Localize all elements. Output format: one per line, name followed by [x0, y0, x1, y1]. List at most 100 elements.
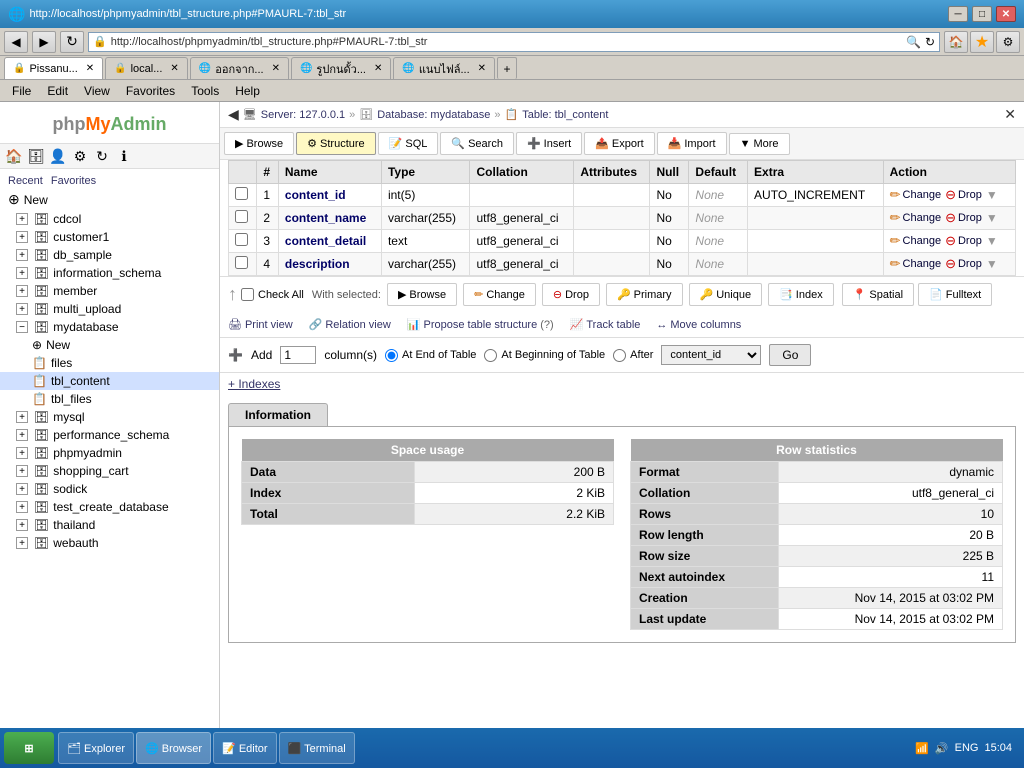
tab-local[interactable]: 🔒 local... ✕ [105, 57, 188, 79]
menu-edit[interactable]: Edit [39, 82, 76, 100]
column-count-input[interactable] [280, 346, 316, 364]
tab-close-3[interactable]: ✕ [374, 63, 382, 74]
relation-view-button[interactable]: 🔗 Relation view [309, 318, 391, 331]
home-button[interactable]: 🏠 [944, 31, 968, 53]
fulltext-button[interactable]: 📄 Fulltext [918, 283, 992, 306]
expand-test_create_database[interactable]: + [16, 501, 28, 513]
back-button[interactable]: ◀ [4, 31, 28, 53]
expand-thailand[interactable]: + [16, 519, 28, 531]
taskbar-item-browser[interactable]: 🌐 Browser [136, 732, 211, 764]
nav-back-icon[interactable]: ◀ [228, 106, 239, 123]
track-table-button[interactable]: 📈 Track table [570, 318, 641, 331]
at-beginning-radio[interactable] [484, 349, 497, 362]
menu-tools[interactable]: Tools [183, 82, 227, 100]
expand-webauth[interactable]: + [16, 537, 28, 549]
taskbar-item-explorer[interactable]: 🗂 Explorer [58, 732, 134, 764]
sidebar-item-multi_upload[interactable]: + 🗄 multi_upload [0, 300, 219, 318]
close-button[interactable]: ✕ [996, 6, 1016, 22]
search-icon[interactable]: 🔍 [906, 35, 921, 49]
expand-phpmyadmin[interactable]: + [16, 447, 28, 459]
expand-customer1[interactable]: + [16, 231, 28, 243]
sidebar-item-tbl_content[interactable]: 📋 tbl_content [0, 372, 219, 390]
tab-close-4[interactable]: ✕ [478, 63, 486, 74]
propose-table-structure-button[interactable]: 📊 Propose table structure (?) [407, 318, 554, 331]
more-arrow-2[interactable]: ▼ [986, 234, 998, 248]
new-tab-button[interactable]: + [497, 57, 517, 79]
sidebar-db-icon[interactable]: 🗄 [26, 146, 46, 166]
drop-btn-1[interactable]: ⊖ Drop [945, 210, 982, 226]
change-btn-0[interactable]: ✏ Change [890, 187, 941, 203]
after-radio[interactable] [613, 349, 626, 362]
check-all-checkbox[interactable] [241, 288, 254, 301]
favorites-star-button[interactable]: ★ [970, 31, 994, 53]
import-button[interactable]: 📥 Import [657, 132, 727, 155]
selected-unique-button[interactable]: 🔑 Unique [689, 283, 763, 306]
drop-btn-3[interactable]: ⊖ Drop [945, 256, 982, 272]
breadcrumb-close[interactable]: ✕ [1004, 106, 1016, 123]
sidebar-item-information_schema[interactable]: + 🗄 information_schema [0, 264, 219, 282]
go-button[interactable]: Go [769, 344, 811, 366]
sidebar-info-icon[interactable]: ℹ [114, 146, 134, 166]
browse-button[interactable]: ▶ Browse [224, 132, 294, 155]
sidebar-item-shopping_cart[interactable]: + 🗄 shopping_cart [0, 462, 219, 480]
tab-close-1[interactable]: ✕ [170, 63, 178, 74]
sidebar-item-db_sample[interactable]: + 🗄 db_sample [0, 246, 219, 264]
sql-button[interactable]: 📝 SQL [378, 132, 439, 155]
sidebar-item-new[interactable]: ⊕ New [0, 189, 219, 210]
expand-multi_upload[interactable]: + [16, 303, 28, 315]
expand-mydatabase[interactable]: − [16, 321, 28, 333]
sidebar-user-icon[interactable]: 👤 [48, 146, 68, 166]
tab-4[interactable]: 🌐 รูปกนดั้ว... ✕ [291, 57, 391, 79]
sidebar-item-customer1[interactable]: + 🗄 customer1 [0, 228, 219, 246]
settings-button[interactable]: ⚙ [996, 31, 1020, 53]
selected-drop-button[interactable]: ⊖ Drop [542, 283, 600, 306]
menu-view[interactable]: View [76, 82, 118, 100]
sidebar-sync-icon[interactable]: ↻ [92, 146, 112, 166]
change-btn-2[interactable]: ✏ Change [890, 233, 941, 249]
tab-close-2[interactable]: ✕ [272, 63, 280, 74]
recent-link[interactable]: Recent [8, 175, 43, 187]
expand-mysql[interactable]: + [16, 411, 28, 423]
indexes-link[interactable]: + Indexes [220, 373, 1024, 395]
selected-primary-button[interactable]: 🔑 Primary [606, 283, 683, 306]
row-checkbox-3[interactable] [235, 256, 248, 269]
tab-logout[interactable]: 🌐 ออกจาก... ✕ [190, 57, 289, 79]
print-view-button[interactable]: 🖨 Print view [228, 318, 293, 331]
export-button[interactable]: 📤 Export [584, 132, 655, 155]
search-button[interactable]: 🔍 Search [440, 132, 514, 155]
sidebar-item-cdcol[interactable]: + 🗄 cdcol [0, 210, 219, 228]
sidebar-home-icon[interactable]: 🏠 [4, 146, 24, 166]
sidebar-settings-icon[interactable]: ⚙ [70, 146, 90, 166]
sidebar-item-new-table[interactable]: ⊕ New [0, 336, 219, 354]
expand-shopping_cart[interactable]: + [16, 465, 28, 477]
expand-db_sample[interactable]: + [16, 249, 28, 261]
insert-button[interactable]: ➕ Insert [516, 132, 582, 155]
spatial-button[interactable]: 📍 Spatial [842, 283, 914, 306]
sidebar-item-thailand[interactable]: + 🗄 thailand [0, 516, 219, 534]
after-column-select[interactable]: content_id content_name content_detail d… [661, 345, 761, 365]
sidebar-item-tbl_files[interactable]: 📋 tbl_files [0, 390, 219, 408]
expand-sodick[interactable]: + [16, 483, 28, 495]
address-bar[interactable]: http://localhost/phpmyadmin/tbl_structur… [111, 36, 428, 48]
menu-help[interactable]: Help [227, 82, 268, 100]
expand-performance_schema[interactable]: + [16, 429, 28, 441]
drop-btn-2[interactable]: ⊖ Drop [945, 233, 982, 249]
tab-5[interactable]: 🌐 แนบไฟล์... ✕ [393, 57, 495, 79]
selected-change-button[interactable]: ✏ Change [463, 283, 536, 306]
more-arrow-1[interactable]: ▼ [986, 211, 998, 225]
refresh-addr-button[interactable]: ↻ [925, 35, 935, 49]
expand-cdcol[interactable]: + [16, 213, 28, 225]
sidebar-item-webauth[interactable]: + 🗄 webauth [0, 534, 219, 552]
selected-browse-button[interactable]: ▶ Browse [387, 283, 457, 306]
minimize-button[interactable]: ─ [948, 6, 968, 22]
more-arrow-0[interactable]: ▼ [986, 188, 998, 202]
change-btn-3[interactable]: ✏ Change [890, 256, 941, 272]
refresh-button[interactable]: ↻ [60, 31, 84, 53]
info-tab[interactable]: Information [228, 403, 328, 426]
change-btn-1[interactable]: ✏ Change [890, 210, 941, 226]
more-arrow-3[interactable]: ▼ [986, 257, 998, 271]
forward-button[interactable]: ▶ [32, 31, 56, 53]
maximize-button[interactable]: □ [972, 6, 992, 22]
start-button[interactable]: ⊞ [4, 732, 54, 764]
sidebar-item-test_create_database[interactable]: + 🗄 test_create_database [0, 498, 219, 516]
